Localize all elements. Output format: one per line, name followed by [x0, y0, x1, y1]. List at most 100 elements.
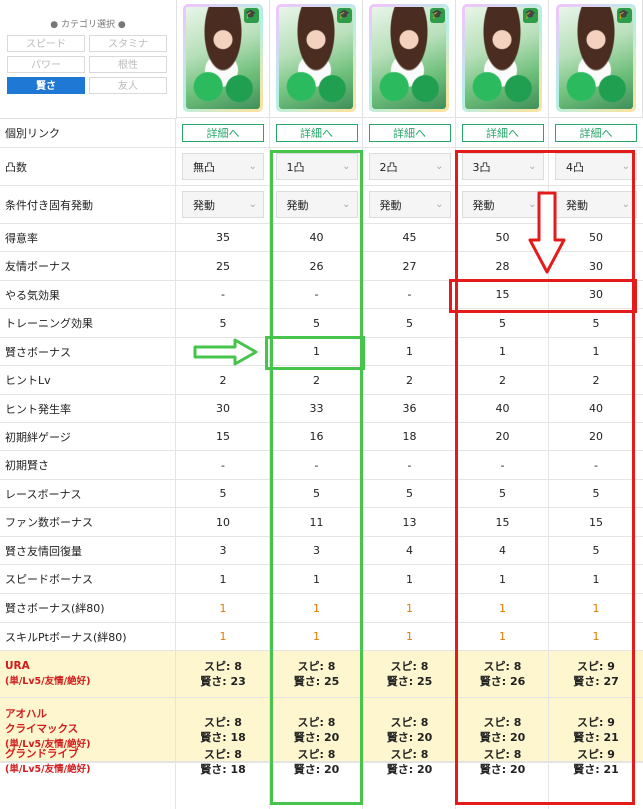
wisdom-type-icon: 🎓: [430, 8, 445, 23]
category-wisdom-button[interactable]: 賢さ: [7, 77, 85, 94]
table-cell: 1: [406, 572, 413, 586]
speed-gain: スピ: 8: [204, 748, 242, 761]
table-cell: 2: [406, 373, 413, 387]
table-cell: 27: [402, 259, 417, 273]
wisdom-type-icon: 🎓: [523, 8, 538, 23]
detail-link-button[interactable]: 詳細へ: [275, 123, 358, 142]
chevron-down-icon: ⌄: [435, 161, 444, 172]
scenario-name: グランドライブ: [5, 748, 79, 760]
speed-gain: スピ: 8: [204, 715, 242, 729]
support-card-image[interactable]: 🎓: [555, 4, 636, 112]
select-value: 発動: [193, 198, 215, 212]
detail-link-button[interactable]: 詳細へ: [182, 123, 264, 142]
category-stamina-button[interactable]: スタミナ: [89, 35, 167, 52]
wisdom-gain: 賢さ: 20: [386, 730, 433, 744]
detail-link-button[interactable]: 詳細へ: [368, 123, 451, 142]
table-cell: -: [407, 458, 412, 472]
table-cell: 15: [216, 430, 230, 443]
category-title: ● カテゴリ選択 ●: [50, 20, 126, 30]
scenario-name: URA: [5, 660, 30, 672]
category-panel: ● カテゴリ選択 ● スピード スタミナ パワー 根性 賢さ 友人: [0, 0, 177, 119]
unique-activation-select[interactable]: 発動 ⌄: [368, 191, 451, 218]
row-label: 凸数: [5, 160, 27, 174]
table-cell: 36: [402, 402, 417, 415]
table-cell: 1: [219, 630, 227, 643]
table-cell: 5: [406, 316, 413, 330]
speed-gain: スピ: 8: [390, 748, 429, 761]
table-cell: -: [407, 288, 412, 301]
table-cell: 1: [406, 601, 413, 615]
table-cell: 30: [216, 402, 230, 415]
table-cell: 1: [406, 345, 413, 358]
category-guts-button[interactable]: 根性: [89, 56, 167, 73]
row-label: トレーニング効果: [5, 317, 93, 330]
table-cell: 詳細へ: [176, 118, 270, 147]
breakthrough-select[interactable]: 無凸 ⌄: [182, 153, 264, 180]
table-cell: スピ: 8 賢さ: 25: [363, 651, 456, 697]
support-card-comparison: ● カテゴリ選択 ● スピード スタミナ パワー 根性 賢さ 友人 🎓 🎓 🎓 🎓 🎓 …: [0, 0, 643, 809]
speed-gain: スピ: 8: [204, 660, 242, 673]
unique-activation-select[interactable]: 発動 ⌄: [182, 191, 264, 218]
support-card-image[interactable]: 🎓: [182, 4, 263, 112]
table-cell: 3: [219, 544, 227, 557]
table-cell: 18: [402, 430, 417, 443]
row-label: 個別リンク: [5, 126, 60, 140]
speed-gain: スピ: 8: [390, 715, 429, 729]
wisdom-gain: 賢さ: 18: [200, 730, 246, 744]
table-cell: -: [221, 458, 225, 472]
table-row: 個別リンク 詳細へ 詳細へ 詳細へ 詳細へ 詳細へ: [0, 118, 643, 148]
select-value: 2凸: [379, 160, 398, 174]
table-cell: 1: [219, 601, 227, 615]
table-cell: 5: [406, 487, 413, 500]
category-speed-button[interactable]: スピード: [7, 35, 85, 52]
speed-gain: スピ: 8: [390, 660, 429, 673]
chevron-down-icon: ⌄: [435, 199, 444, 210]
table-cell: 13: [402, 515, 417, 529]
detail-link-button[interactable]: 詳細へ: [555, 123, 637, 142]
category-power-button[interactable]: パワー: [7, 56, 85, 73]
support-card-image[interactable]: 🎓: [462, 4, 542, 112]
row-label: スキルPtボーナス(絆80): [5, 630, 127, 644]
red-arrow-icon: [528, 191, 566, 274]
table-cell: 5: [219, 487, 227, 500]
category-friend-button[interactable]: 友人: [89, 77, 167, 94]
table-cell: 35: [216, 231, 230, 244]
table-cell: -: [221, 288, 225, 301]
green-arrow-icon: [193, 338, 258, 366]
table-cell: 詳細へ: [270, 118, 363, 147]
scenario-name: アオハル: [5, 708, 47, 720]
table-cell: 25: [216, 259, 230, 273]
red-highlight-cell: [449, 279, 637, 313]
table-cell: 詳細へ: [456, 118, 549, 147]
row-label: 友情ボーナス: [5, 260, 71, 273]
table-cell: 詳細へ: [549, 118, 643, 147]
row-label: 得意率: [5, 231, 38, 245]
support-card-image[interactable]: 🎓: [276, 4, 356, 112]
card-column-3: 🎓: [456, 0, 549, 118]
row-label: ヒントLv: [5, 374, 51, 387]
row-label: 条件付き固有発動: [5, 198, 93, 212]
card-column-2: 🎓: [363, 0, 456, 118]
table-cell: 10: [216, 515, 230, 529]
table-cell: 無凸 ⌄: [176, 148, 270, 185]
row-label: 初期賢さ: [5, 459, 49, 472]
table-cell: 4: [406, 544, 413, 557]
table-cell: スピ: 8 賢さ: 23: [176, 651, 270, 697]
green-highlight-cell: [265, 336, 365, 370]
row-label: 賢さ友情回復量: [5, 544, 82, 558]
wisdom-type-icon: 🎓: [243, 8, 259, 23]
wisdom-gain: 賢さ: 25: [386, 675, 433, 688]
table-cell: 45: [402, 231, 417, 244]
wisdom-gain: 賢さ: 18: [200, 763, 246, 776]
wisdom-type-icon: 🎓: [616, 8, 632, 23]
select-value: 無凸: [193, 160, 215, 174]
select-value: 発動: [379, 198, 402, 212]
detail-link-button[interactable]: 詳細へ: [461, 123, 544, 142]
green-highlight-column: [270, 150, 363, 805]
card-column-1: 🎓: [270, 0, 363, 118]
row-label: ヒント発生率: [5, 402, 71, 416]
row-label: 賢さボーナス: [5, 345, 71, 359]
breakthrough-select[interactable]: 2凸 ⌄: [368, 153, 451, 180]
support-card-image[interactable]: 🎓: [369, 4, 449, 112]
scenario-name-line2: クライマックス: [5, 723, 79, 735]
